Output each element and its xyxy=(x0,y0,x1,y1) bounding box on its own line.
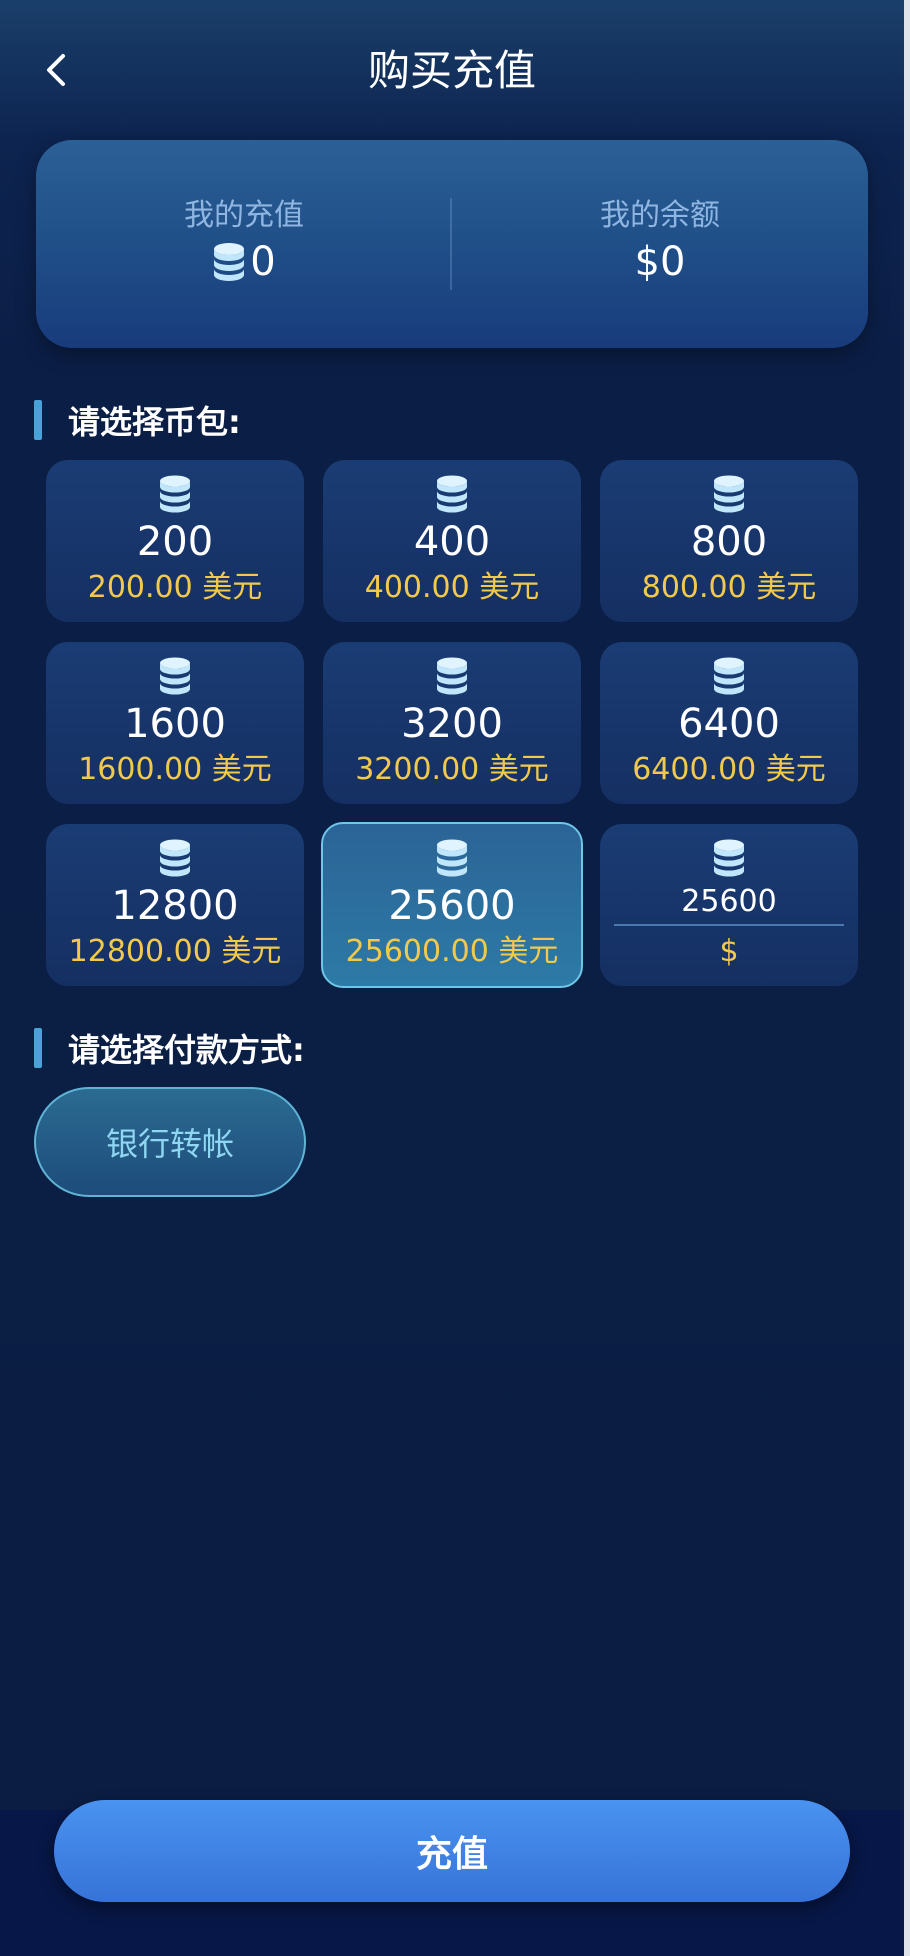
section-marker xyxy=(34,400,42,440)
my-recharge: 我的充值 0 xyxy=(36,140,452,348)
packages-section-label: 请选择币包: xyxy=(68,403,241,441)
section-marker xyxy=(34,1028,42,1068)
header: 购买充值 xyxy=(0,0,904,140)
payment-section-title: 请选择付款方式: xyxy=(34,1026,305,1070)
scrollbar-track xyxy=(904,0,910,1956)
package-coins: 400 xyxy=(413,519,491,565)
coin-stack-icon xyxy=(46,838,304,878)
coin-stack-icon xyxy=(600,838,858,878)
my-recharge-value-row: 0 xyxy=(36,234,452,290)
payment-method-bank-transfer[interactable]: 银行转帐 xyxy=(34,1087,306,1197)
package-price: 400.00 美元 xyxy=(364,570,540,605)
package-card-3200[interactable]: 3200 3200.00 美元 xyxy=(323,642,581,804)
package-price: 6400.00 美元 xyxy=(632,752,826,787)
package-card-400[interactable]: 400 400.00 美元 xyxy=(323,460,581,622)
coin-stack-icon xyxy=(600,474,858,514)
page-title: 购买充值 xyxy=(367,46,536,95)
package-card-200[interactable]: 200 200.00 美元 xyxy=(46,460,304,622)
package-card-800[interactable]: 800 800.00 美元 xyxy=(600,460,858,622)
package-price: 12800.00 美元 xyxy=(68,934,282,969)
coin-stack-icon xyxy=(323,656,581,696)
package-coins: 200 xyxy=(136,519,214,565)
coin-stack-icon xyxy=(323,838,581,878)
my-recharge-value: 0 xyxy=(250,239,276,285)
payment-section-label: 请选择付款方式: xyxy=(68,1031,305,1069)
my-balance-label: 我的余额 xyxy=(600,198,720,233)
my-balance-value: $0 xyxy=(634,239,686,285)
custom-amount-card[interactable]: 25600 $ xyxy=(600,824,858,986)
package-price: 200.00 美元 xyxy=(87,570,263,605)
packages-section-title: 请选择币包: xyxy=(34,398,241,442)
package-coins: 800 xyxy=(690,519,768,565)
recharge-submit-button[interactable]: 充值 xyxy=(54,1800,850,1902)
package-card-12800[interactable]: 12800 12800.00 美元 xyxy=(46,824,304,986)
coin-stack-icon xyxy=(46,474,304,514)
coin-stack-icon xyxy=(46,656,304,696)
package-price: 800.00 美元 xyxy=(641,570,817,605)
input-underline xyxy=(614,924,844,926)
custom-amount-currency: $ xyxy=(719,934,739,969)
coin-stack-icon xyxy=(600,656,858,696)
package-coins: 1600 xyxy=(124,701,226,747)
account-summary-card: 我的充值 0 我的余额 $0 xyxy=(36,140,868,348)
package-card-6400[interactable]: 6400 6400.00 美元 xyxy=(600,642,858,804)
package-coins: 12800 xyxy=(111,883,239,929)
package-card-25600-selected[interactable]: 25600 25600.00 美元 xyxy=(321,822,583,988)
package-coins: 25600 xyxy=(388,883,516,929)
package-coins: 3200 xyxy=(401,701,503,747)
my-balance: 我的余额 $0 xyxy=(452,140,868,348)
package-price: 25600.00 美元 xyxy=(345,934,559,969)
coin-stack-icon xyxy=(214,243,245,281)
custom-amount-input[interactable]: 25600 xyxy=(600,882,858,922)
my-recharge-label: 我的充值 xyxy=(184,198,304,233)
package-card-1600[interactable]: 1600 1600.00 美元 xyxy=(46,642,304,804)
package-coins: 6400 xyxy=(678,701,780,747)
coin-stack-icon xyxy=(323,474,581,514)
package-price: 3200.00 美元 xyxy=(355,752,549,787)
package-price: 1600.00 美元 xyxy=(78,752,272,787)
recharge-page: 购买充值 我的充值 0 我的余额 $0 请选择币包: 200 200.00 美元… xyxy=(0,0,910,1956)
